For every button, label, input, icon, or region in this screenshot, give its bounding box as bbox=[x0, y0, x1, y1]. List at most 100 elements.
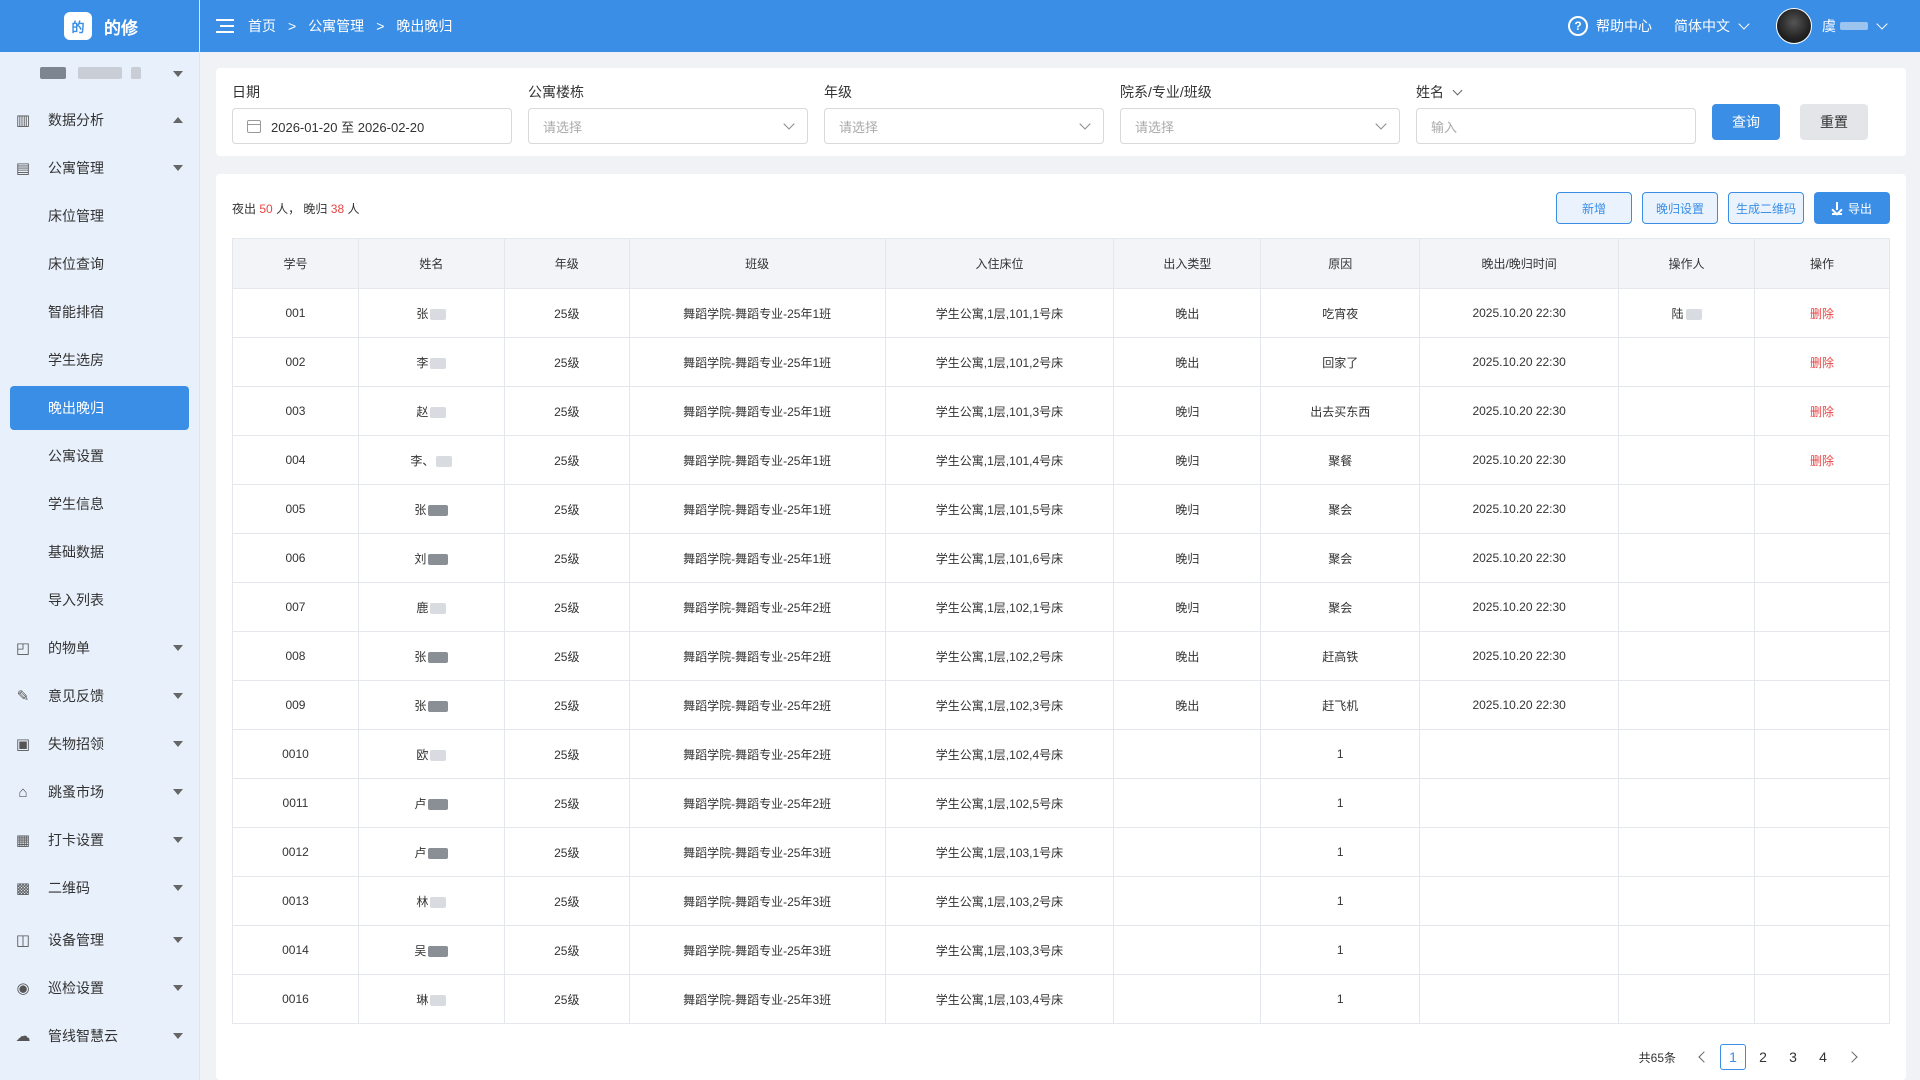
top-bar: 首页 > 公寓管理 > 晚出晚归 ? 帮助中心 简体中文 虞 bbox=[200, 0, 1920, 52]
sidebar-subitem-5[interactable]: 公寓设置 bbox=[0, 432, 199, 480]
delete-link[interactable]: 删除 bbox=[1810, 356, 1834, 370]
cell-time: 2025.10.20 22:30 bbox=[1419, 533, 1620, 583]
cell-text: 舞蹈学院-舞蹈专业-25年2班 bbox=[683, 600, 832, 615]
cell-time: 2025.10.20 22:30 bbox=[1419, 337, 1620, 387]
cell-text: 008 bbox=[285, 649, 306, 663]
sidebar-item-9[interactable]: ◉ 巡检设置 bbox=[0, 964, 199, 1012]
cell-text: 2025.10.20 22:30 bbox=[1472, 502, 1566, 516]
cell-text: 舞蹈学院-舞蹈专业-25年3班 bbox=[683, 894, 832, 909]
breadcrumb-apartment[interactable]: 公寓管理 bbox=[308, 16, 364, 36]
org-selector[interactable] bbox=[0, 52, 199, 96]
sidebar-item-10[interactable]: ☁ 管线智慧云 bbox=[0, 1012, 199, 1060]
caret-down-icon bbox=[173, 937, 183, 943]
cell-name: 李、 bbox=[357, 435, 505, 485]
cell-text: 学生公寓,1层,103,3号床 bbox=[935, 943, 1064, 958]
cell-operator bbox=[1618, 974, 1755, 1024]
sidebar-item-4[interactable]: ▣ 失物招领 bbox=[0, 720, 199, 768]
user-menu[interactable]: 虞 bbox=[1776, 8, 1888, 44]
masked-text bbox=[430, 994, 447, 1006]
masked-text bbox=[428, 651, 449, 663]
cell-text: 25级 bbox=[554, 453, 580, 468]
chevron-right-icon: > bbox=[376, 18, 385, 34]
menu-toggle-icon[interactable] bbox=[216, 19, 234, 33]
sidebar-item-label: 巡检设置 bbox=[48, 980, 104, 996]
grade-select[interactable]: 请选择 bbox=[824, 108, 1104, 144]
cell-bed: 学生公寓,1层,101,6号床 bbox=[884, 533, 1115, 583]
cell-text: 晚归 bbox=[1175, 600, 1200, 615]
cell-name: 赵 bbox=[357, 386, 505, 436]
language-selector[interactable]: 简体中文 bbox=[1674, 16, 1750, 36]
column-header: 学号 bbox=[232, 238, 359, 289]
sidebar-subitem-4[interactable]: 晚出晚归 bbox=[10, 386, 189, 430]
name-field-type-selector[interactable]: 姓名 bbox=[1416, 82, 1696, 102]
caret-down-icon bbox=[173, 71, 183, 77]
pagination: 共65条 1234 bbox=[1639, 1044, 1866, 1070]
page-button[interactable]: 4 bbox=[1810, 1044, 1836, 1070]
column-header: 入住床位 bbox=[884, 238, 1115, 289]
cell-reason: 聚会 bbox=[1260, 484, 1421, 534]
sidebar-item-8[interactable]: ◫ 设备管理 bbox=[0, 916, 199, 964]
building-select[interactable]: 请选择 bbox=[528, 108, 808, 144]
cell-action bbox=[1754, 631, 1890, 681]
sidebar-subitem-6[interactable]: 学生信息 bbox=[0, 480, 199, 528]
prev-page-icon[interactable] bbox=[1698, 1051, 1710, 1063]
date-range-picker[interactable]: 2026-01-20 至 2026-02-20 bbox=[232, 108, 512, 144]
cell-grade: 25级 bbox=[503, 484, 630, 534]
page-button[interactable]: 2 bbox=[1750, 1044, 1776, 1070]
breadcrumb-home[interactable]: 首页 bbox=[248, 16, 276, 36]
delete-link[interactable]: 删除 bbox=[1810, 454, 1834, 468]
cell-text: 晚出 bbox=[1175, 355, 1200, 370]
sidebar-item-5[interactable]: ⌂ 跳蚤市场 bbox=[0, 768, 199, 816]
cell-class: 舞蹈学院-舞蹈专业-25年1班 bbox=[628, 435, 886, 485]
table-row: 0013 林 25级 舞蹈学院-舞蹈专业-25年3班 学生公寓,1层,103,2号床 1 bbox=[232, 876, 1890, 926]
cell-type bbox=[1113, 925, 1262, 975]
generate-qrcode-button[interactable]: 生成二维码 bbox=[1728, 192, 1804, 224]
cell-text: 25级 bbox=[554, 551, 580, 566]
masked-text bbox=[430, 896, 447, 908]
dept-select[interactable]: 请选择 bbox=[1120, 108, 1400, 144]
sidebar-item-6[interactable]: ▦ 打卡设置 bbox=[0, 816, 199, 864]
cell-grade: 25级 bbox=[503, 533, 630, 583]
sidebar-subitem-8[interactable]: 导入列表 bbox=[0, 576, 199, 624]
page-button[interactable]: 3 bbox=[1780, 1044, 1806, 1070]
cell-grade: 25级 bbox=[503, 582, 630, 632]
sidebar-subitem-0[interactable]: 床位管理 bbox=[0, 192, 199, 240]
cell-class: 舞蹈学院-舞蹈专业-25年2班 bbox=[628, 778, 886, 828]
sidebar-subitem-1[interactable]: 床位查询 bbox=[0, 240, 199, 288]
cell-bed: 学生公寓,1层,102,1号床 bbox=[884, 582, 1115, 632]
delete-link[interactable]: 删除 bbox=[1810, 307, 1834, 321]
sidebar-subitem-7[interactable]: 基础数据 bbox=[0, 528, 199, 576]
reset-button[interactable]: 重置 bbox=[1800, 104, 1868, 140]
next-page-icon[interactable] bbox=[1846, 1051, 1858, 1063]
sidebar-subitem-3[interactable]: 学生选房 bbox=[0, 336, 199, 384]
cell-reason: 1 bbox=[1260, 729, 1421, 779]
cell-class: 舞蹈学院-舞蹈专业-25年1班 bbox=[628, 337, 886, 387]
sidebar-item-3[interactable]: ✎ 意见反馈 bbox=[0, 672, 199, 720]
sidebar-item-2[interactable]: ◰ 的物单 bbox=[0, 624, 199, 672]
query-button[interactable]: 查询 bbox=[1712, 104, 1780, 140]
table-row: 0012 卢 25级 舞蹈学院-舞蹈专业-25年3班 学生公寓,1层,103,1号床 1 bbox=[232, 827, 1890, 877]
sidebar-item-1[interactable]: ▤ 公寓管理 bbox=[0, 144, 199, 192]
date-label: 日期 bbox=[232, 84, 260, 100]
sidebar-item-7[interactable]: ▩ 二维码 bbox=[0, 864, 199, 912]
sidebar-item-0[interactable]: ▥ 数据分析 bbox=[0, 96, 199, 144]
page-button[interactable]: 1 bbox=[1720, 1044, 1746, 1070]
late-settings-button[interactable]: 晚归设置 bbox=[1642, 192, 1718, 224]
cell-type bbox=[1113, 729, 1262, 779]
bag-icon: ◰ bbox=[15, 640, 31, 657]
delete-link[interactable]: 删除 bbox=[1810, 405, 1834, 419]
table-row: 002 李 25级 舞蹈学院-舞蹈专业-25年1班 学生公寓,1层,101,2号床 晚出 回… bbox=[232, 337, 1890, 387]
export-button[interactable]: 导出 bbox=[1814, 192, 1890, 224]
add-button[interactable]: 新增 bbox=[1556, 192, 1632, 224]
app-logo[interactable]: 的 的修 bbox=[0, 0, 199, 52]
cell-grade: 25级 bbox=[503, 386, 630, 436]
name-input[interactable]: 输入 bbox=[1416, 108, 1696, 144]
cell-text: 张 bbox=[414, 502, 427, 517]
sidebar-subitem-2[interactable]: 智能排宿 bbox=[0, 288, 199, 336]
help-center-link[interactable]: ? 帮助中心 bbox=[1568, 16, 1652, 36]
cell-text: 25级 bbox=[554, 943, 580, 958]
cell-text: 舞蹈学院-舞蹈专业-25年1班 bbox=[683, 551, 832, 566]
filter-panel: 日期 2026-01-20 至 2026-02-20 公寓楼栋 请选择 年级 请… bbox=[216, 68, 1906, 156]
cell-text: 舞蹈学院-舞蹈专业-25年1班 bbox=[683, 453, 832, 468]
cell-grade: 25级 bbox=[503, 876, 630, 926]
